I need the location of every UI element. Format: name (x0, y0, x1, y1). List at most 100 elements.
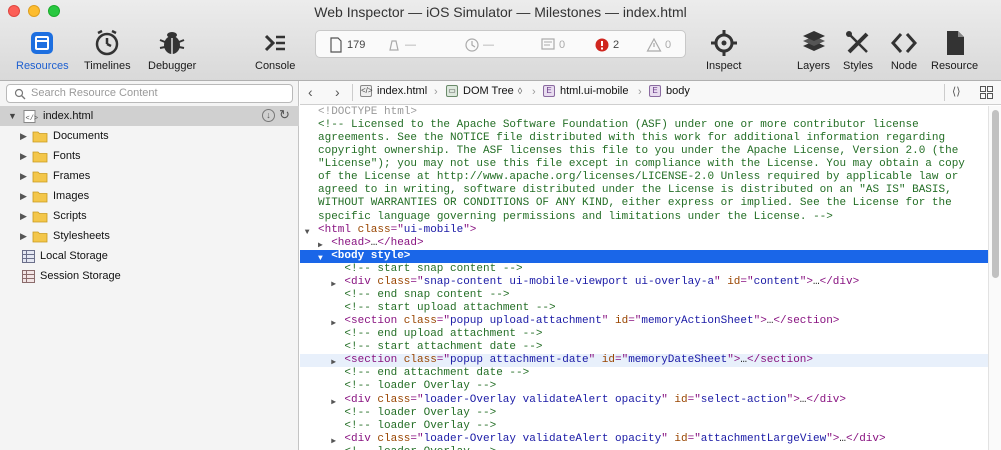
dashboard[interactable]: 179 — — 0 2 0 (315, 30, 686, 58)
disclosure-triangle-icon[interactable]: ▶ (20, 131, 32, 142)
tree-item-scripts[interactable]: ▶ Scripts (0, 206, 299, 226)
code-token: class (357, 223, 391, 236)
folder-icon (32, 171, 48, 182)
dropdown-arrows-icon[interactable]: ◊ (518, 86, 522, 96)
dom-tree-line[interactable]: <!-- end attachment date --> (300, 367, 988, 380)
dom-tree-line-hovered[interactable]: ▶ <section class =" popup attachment-date " … (300, 354, 988, 368)
tab-timelines[interactable]: Timelines (84, 28, 131, 72)
tab-resources[interactable]: Resources (16, 28, 69, 72)
tree-item-fonts[interactable]: ▶ Fonts (0, 146, 299, 166)
dom-tree-line[interactable]: <!-- loader Overlay --> (300, 446, 988, 450)
dom-tree-line[interactable]: <!-- start upload attachment --> (300, 302, 988, 315)
disclosure-triangle-icon[interactable]: ▼ (8, 111, 22, 121)
scrollbar-thumb[interactable] (992, 110, 999, 278)
dom-tree-line[interactable]: <!-- end snap content --> (300, 289, 988, 302)
resource-size[interactable]: — (386, 37, 416, 53)
tree-item-images[interactable]: ▶ Images (0, 186, 299, 206)
tree-item-frames[interactable]: ▶ Frames (0, 166, 299, 186)
pretty-print-icon[interactable]: ⟨⟩ (952, 85, 961, 98)
dom-tree-outline[interactable]: <!DOCTYPE html> <!-- Licensed to the Apac… (300, 106, 988, 450)
warning-count[interactable]: 0 (646, 37, 671, 53)
dom-tree-line[interactable]: ▶ <div class =" loader-Overlay validateAler… (300, 394, 988, 407)
code-token: " (714, 275, 728, 288)
tree-item-label: Fonts (53, 150, 81, 162)
tree-item-local-storage[interactable]: Local Storage (0, 246, 299, 266)
tab-styles[interactable]: Styles (843, 28, 873, 72)
tree-item-label: Frames (53, 170, 91, 182)
dom-tree-line[interactable]: "License"); you may not use this file ex… (300, 158, 988, 171)
dom-tree-line[interactable]: agreements. See the NOTICE file distribu… (300, 132, 988, 145)
dom-tree-line[interactable]: WITHOUT WARRANTIES OR CONDITIONS OF ANY … (300, 197, 988, 210)
dom-tree-line[interactable]: <!-- start attachment date --> (300, 341, 988, 354)
breadcrumb-body[interactable]: E body (649, 85, 690, 97)
disclosure-triangle-icon[interactable]: ▶ (20, 191, 32, 202)
title-toolbar: Web Inspector — iOS Simulator — Mileston… (0, 0, 1001, 81)
disclosure-triangle-icon[interactable]: ▶ (20, 151, 32, 162)
breadcrumb-html[interactable]: E html.ui-mobile (543, 85, 628, 97)
file-icon (946, 31, 964, 55)
tree-item-session-storage[interactable]: Session Storage (0, 266, 299, 286)
tab-resource[interactable]: Resource (931, 28, 978, 72)
web-inspector-window: Web Inspector — iOS Simulator — Mileston… (0, 0, 1001, 450)
error-count[interactable]: 2 (594, 37, 619, 53)
load-time[interactable]: — (464, 37, 494, 53)
dom-tree-line[interactable]: <!-- loader Overlay --> (300, 407, 988, 420)
download-icon[interactable]: ↓ (262, 109, 275, 122)
dom-tree-line[interactable]: <!-- Licensed to the Apache Software Fou… (300, 119, 988, 132)
dom-tree-line[interactable]: ▶ <div class =" loader-Overlay validateAler… (300, 433, 988, 446)
reload-icon[interactable]: ↻ (279, 107, 290, 123)
dom-tree-line-selected[interactable]: ▼ <body style> (300, 249, 988, 263)
warning-icon (646, 37, 662, 52)
tab-node[interactable]: Node (889, 28, 919, 72)
code-token: popup attachment-date (450, 354, 589, 367)
dom-tree-line[interactable]: ▶ <section class =" popup upload-attachment… (300, 315, 988, 328)
breadcrumb-file[interactable]: </> index.html (360, 85, 427, 97)
tab-console[interactable]: Console (255, 28, 295, 72)
code-token: <!-- end attachment date --> (344, 367, 530, 380)
dom-tree-line[interactable]: of the License at http://www.apache.org/… (300, 171, 988, 184)
dom-tree-line[interactable]: copyright ownership. The ASF licenses th… (300, 145, 988, 158)
dom-tree-line[interactable]: <!-- loader Overlay --> (300, 380, 988, 393)
resource-count[interactable]: 179 (328, 37, 365, 53)
code-token: specific language governing permissions … (318, 210, 833, 223)
breadcrumb-dom-tree[interactable]: ▭ DOM Tree ◊ (446, 85, 522, 97)
tree-item-documents[interactable]: ▶ Documents (0, 126, 299, 146)
code-token: agreed to in writing, software distribut… (318, 184, 952, 197)
dom-tree-line[interactable]: agreed to in writing, software distribut… (300, 184, 988, 197)
dom-tree-line[interactable]: <!DOCTYPE html> (300, 106, 988, 119)
dom-tree-line[interactable]: ▶ <div class =" snap-content ui-mobile-view… (300, 276, 988, 289)
code-token: "> (826, 432, 840, 445)
dom-tree-line[interactable]: ▶ <head>… </head> (300, 237, 988, 250)
code-token: "> (463, 223, 477, 236)
tab-debugger[interactable]: Debugger (148, 28, 196, 72)
dom-tree-line[interactable]: ▼ <html class =" ui-mobile "> (300, 224, 988, 237)
disclosure-triangle-icon[interactable]: ▶ (20, 211, 32, 222)
disclosure-triangle-icon[interactable]: ▶ (20, 171, 32, 182)
code-token: <body style> (331, 249, 411, 262)
code-token: id (727, 275, 741, 288)
back-arrow-icon[interactable]: ‹ (308, 84, 313, 100)
dom-tree-line[interactable]: <!-- loader Overlay --> (300, 420, 988, 433)
disclosure-triangle-icon[interactable]: ▶ (20, 231, 32, 242)
log-count[interactable]: 0 (540, 37, 565, 53)
split-view-icon[interactable] (980, 86, 993, 99)
forward-arrow-icon[interactable]: › (335, 84, 340, 100)
dom-tree-line[interactable]: specific language governing permissions … (300, 211, 988, 224)
search-input[interactable]: Search Resource Content (6, 84, 293, 103)
vertical-scrollbar[interactable] (988, 106, 1001, 450)
inspect-button[interactable]: Inspect (706, 28, 741, 72)
folder-icon (32, 151, 48, 162)
code-token: <!-- loader Overlay --> (344, 419, 497, 432)
navigation-bar: ‹ › </> index.html › ▭ DOM Tree ◊ › E ht… (300, 81, 1001, 105)
dom-tree-line[interactable]: <!-- end upload attachment --> (300, 328, 988, 341)
folder-icon (32, 211, 48, 222)
breadcrumb-label: html.ui-mobile (560, 85, 629, 97)
breadcrumb-separator: › (434, 86, 438, 98)
console-prompt-icon (265, 34, 286, 52)
code-token: of the License at http://www.apache.org/… (318, 171, 959, 184)
tab-layers[interactable]: Layers (797, 28, 830, 72)
folder-icon (32, 131, 48, 142)
tree-item-stylesheets[interactable]: ▶ Stylesheets (0, 226, 299, 246)
dom-tree-line[interactable]: <!-- start snap content --> (300, 263, 988, 276)
tree-item-index-html[interactable]: ▼ </> index.html ↓ ↻ (0, 106, 299, 126)
